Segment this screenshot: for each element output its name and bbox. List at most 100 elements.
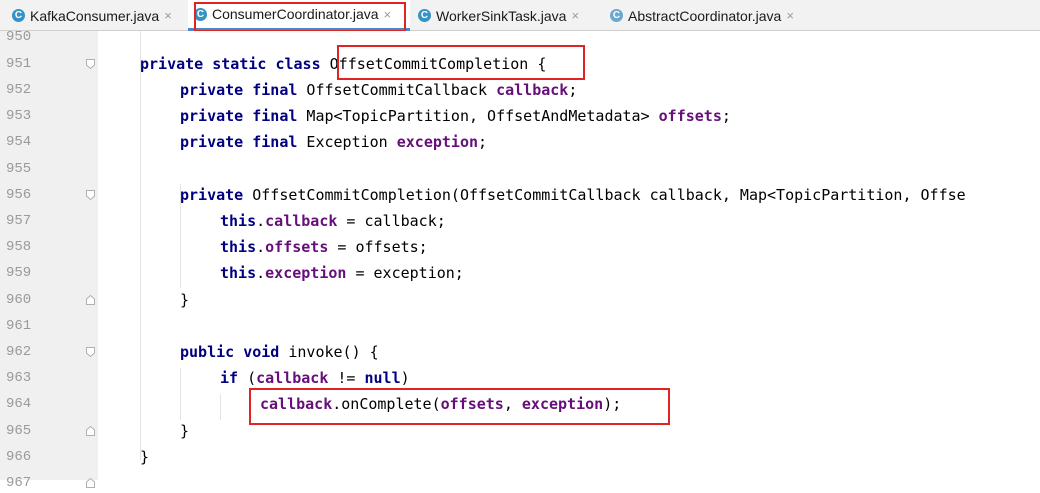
code-text: ); <box>603 395 622 413</box>
line-number: 955 <box>6 161 32 177</box>
keyword: public void <box>180 343 280 361</box>
keyword: private final <box>180 107 298 125</box>
code-text: = callback; <box>337 212 446 230</box>
line-number: 964 <box>6 396 32 412</box>
java-class-icon: C <box>194 7 207 21</box>
code-line-958: this.offsets = offsets; <box>220 237 428 257</box>
java-class-icon: C <box>418 9 431 22</box>
code-text: ; <box>568 81 578 99</box>
tab-label: KafkaConsumer.java <box>30 7 160 24</box>
code-text: OffsetCommitCallback <box>297 81 497 99</box>
tab-abstract-coordinator[interactable]: C AbstractCoordinator.java × <box>604 0 814 31</box>
keyword: null <box>364 369 401 387</box>
code-text: . <box>256 238 266 256</box>
close-icon[interactable]: × <box>571 8 579 23</box>
code-line-965: } <box>180 421 189 441</box>
code-line-960: } <box>180 290 189 310</box>
field-name: exception <box>521 395 604 413</box>
code-line-962: public void invoke() { <box>180 342 379 362</box>
line-number: 957 <box>6 213 32 229</box>
code-text: . <box>256 264 266 282</box>
code-text: invoke() { <box>279 343 379 361</box>
fold-open-icon[interactable] <box>86 190 95 200</box>
fold-open-icon[interactable] <box>86 59 95 69</box>
field-name: callback <box>496 81 569 99</box>
code-line-952: private final OffsetCommitCallback callb… <box>180 80 577 100</box>
tab-label: ConsumerCoordinator.java <box>212 6 379 22</box>
line-number: 951 <box>6 56 32 72</box>
close-icon[interactable]: × <box>384 7 392 22</box>
close-icon[interactable]: × <box>786 8 794 23</box>
line-number: 963 <box>6 370 32 386</box>
code-line-964: callback.onComplete(offsets, exception); <box>260 394 621 414</box>
line-number: 961 <box>6 318 32 334</box>
keyword: private <box>180 186 244 204</box>
abstract-class-icon: C <box>610 9 623 22</box>
code-line-963: if (callback != null) <box>220 368 410 388</box>
fold-close-icon[interactable] <box>86 426 95 436</box>
code-text: } <box>180 422 190 440</box>
code-text: , <box>503 395 522 413</box>
editor-tab-bar: C KafkaConsumer.java × C ConsumerCoordin… <box>0 0 1040 31</box>
code-line-951: private static class OffsetCommitComplet… <box>140 54 546 74</box>
keyword: private static class <box>140 55 321 73</box>
code-text: .onComplete( <box>332 395 441 413</box>
code-text: } <box>180 291 190 309</box>
field-name: offsets <box>440 395 504 413</box>
line-number-gutter[interactable]: 950 951 952 953 954 955 956 957 958 959 … <box>0 29 98 491</box>
keyword: private final <box>180 133 298 151</box>
tab-consumer-coordinator[interactable]: C ConsumerCoordinator.java × <box>188 0 410 31</box>
code-text: Exception <box>297 133 397 151</box>
code-text: ) <box>400 369 410 387</box>
line-number: 952 <box>6 82 32 98</box>
field-name: callback <box>265 212 338 230</box>
line-number: 960 <box>6 292 32 308</box>
code-text: } <box>140 448 150 466</box>
line-number: 959 <box>6 265 32 281</box>
tab-label: AbstractCoordinator.java <box>628 7 782 24</box>
field-name: offsets <box>265 238 329 256</box>
code-text: = offsets; <box>328 238 428 256</box>
code-line-954: private final Exception exception; <box>180 132 487 152</box>
code-text: . <box>256 212 266 230</box>
code-line-957: this.callback = callback; <box>220 211 446 231</box>
code-text: { <box>528 55 547 73</box>
java-class-icon: C <box>12 9 25 22</box>
line-number: 956 <box>6 187 32 203</box>
line-number: 950 <box>6 29 32 45</box>
line-number: 953 <box>6 108 32 124</box>
keyword: private final <box>180 81 298 99</box>
code-line-966: } <box>140 447 149 467</box>
indent-guide <box>180 368 181 420</box>
line-number: 962 <box>6 344 32 360</box>
tab-label: WorkerSinkTask.java <box>436 7 567 24</box>
indent-guide <box>220 394 221 420</box>
line-number: 967 <box>6 475 32 491</box>
keyword: this <box>220 264 257 282</box>
tab-worker-sink-task[interactable]: C WorkerSinkTask.java × <box>412 0 602 31</box>
fold-close-icon[interactable] <box>86 295 95 305</box>
code-line-959: this.exception = exception; <box>220 263 464 283</box>
field-name: callback <box>260 395 333 413</box>
line-number: 965 <box>6 423 32 439</box>
keyword: this <box>220 212 257 230</box>
line-number: 954 <box>6 134 32 150</box>
field-name: callback <box>256 369 329 387</box>
close-icon[interactable]: × <box>164 8 172 23</box>
code-text: ; <box>478 133 488 151</box>
line-number: 958 <box>6 239 32 255</box>
fold-open-icon[interactable] <box>86 347 95 357</box>
indent-guide <box>140 31 141 460</box>
code-text: = exception; <box>346 264 464 282</box>
code-line-953: private final Map<TopicPartition, Offset… <box>180 106 731 126</box>
code-editor[interactable]: private static class OffsetCommitComplet… <box>98 31 1040 480</box>
keyword: this <box>220 238 257 256</box>
field-name: exception <box>265 264 347 282</box>
line-number: 966 <box>6 449 32 465</box>
code-text: ; <box>721 107 731 125</box>
code-text: ( <box>238 369 257 387</box>
code-line-956: private OffsetCommitCompletion(OffsetCom… <box>180 185 966 205</box>
field-name: exception <box>396 133 479 151</box>
code-text: OffsetCommitCompletion(OffsetCommitCallb… <box>243 186 966 204</box>
class-name: OffsetCommitCompletion <box>329 55 529 73</box>
